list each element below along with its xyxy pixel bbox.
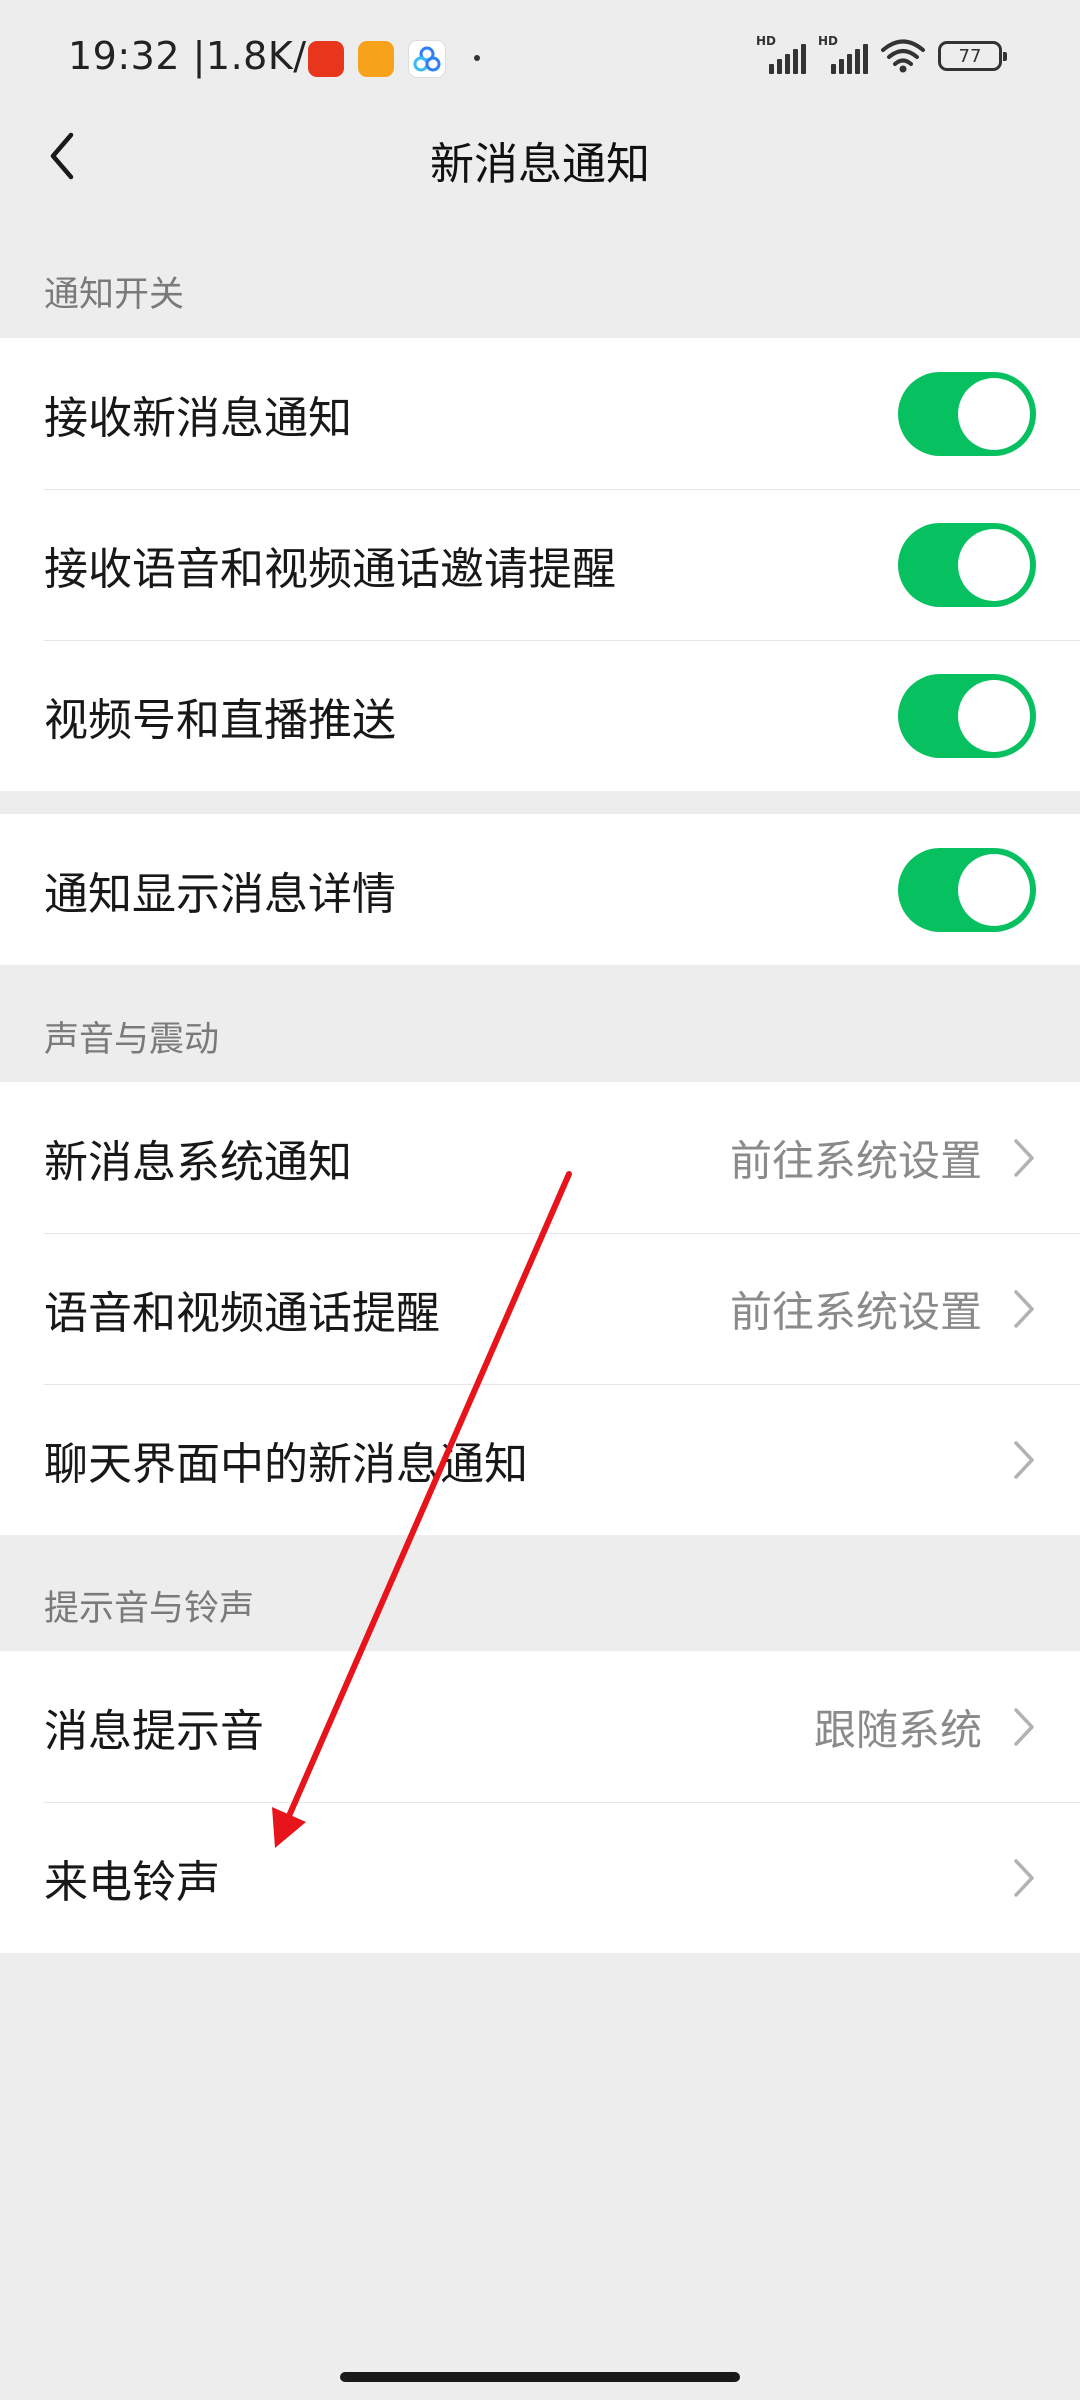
row-label: 新消息系统通知 <box>44 1136 352 1188</box>
home-indicator[interactable] <box>340 2372 740 2382</box>
toggle-knob <box>958 853 1030 926</box>
row-system-notification[interactable]: 新消息系统通知 前往系统设置 <box>0 1082 1080 1233</box>
status-time: 19:32 <box>68 34 181 78</box>
row-call-reminder[interactable]: 语音和视频通话提醒 前往系统设置 <box>0 1233 1080 1384</box>
row-channels-live-push[interactable]: 视频号和直播推送 <box>0 640 1080 791</box>
row-value: 跟随系统 <box>813 1705 982 1754</box>
chevron-right-icon <box>1014 1289 1034 1328</box>
signal-1-icon: HD <box>756 34 806 74</box>
toggle-knob <box>958 528 1030 601</box>
chevron-right-icon <box>1014 1440 1034 1479</box>
channels-live-push-toggle[interactable] <box>898 673 1036 758</box>
row-label: 接收新消息通知 <box>44 392 352 444</box>
chevron-right-icon <box>1014 1858 1034 1897</box>
page-title: 新消息通知 <box>430 139 650 190</box>
taobao-icon <box>308 41 344 77</box>
group-notification-switch: 接收新消息通知 接收语音和视频通话邀请提醒 视频号和直播推送 <box>0 338 1080 791</box>
show-message-details-toggle[interactable] <box>898 847 1036 932</box>
signal-2-icon: HD <box>818 34 868 74</box>
baidu-netdisk-icon <box>408 40 446 78</box>
row-label: 接收语音和视频通话邀请提醒 <box>44 543 616 595</box>
battery-level: 77 <box>958 45 982 67</box>
row-label: 视频号和直播推送 <box>44 694 396 746</box>
chevron-right-icon <box>1014 1138 1034 1177</box>
status-indicators: HD HD 77 <box>756 34 1007 74</box>
row-message-tone[interactable]: 消息提示音 跟随系统 <box>0 1651 1080 1802</box>
more-notifications-dot <box>474 55 480 61</box>
row-label: 消息提示音 <box>44 1705 264 1757</box>
status-separator: | <box>192 34 206 78</box>
wifi-icon <box>881 39 925 73</box>
row-label: 来电铃声 <box>44 1856 220 1908</box>
status-bar: 19:32 |1.8K/s HD HD 77 <box>0 0 1080 120</box>
toggle-knob <box>958 679 1030 752</box>
battery-icon: 77 <box>938 41 1007 71</box>
row-value: 前往系统设置 <box>729 1287 982 1336</box>
section-label-notification-switch: 通知开关 <box>44 275 185 315</box>
group-sound-vibration: 新消息系统通知 前往系统设置 语音和视频通话提醒 前往系统设置 聊天界面中的新消… <box>0 1082 1080 1535</box>
notes-icon <box>358 41 394 77</box>
toggle-knob <box>958 377 1030 450</box>
nav-bar: 新消息通知 <box>0 110 1080 202</box>
row-receive-new-message[interactable]: 接收新消息通知 <box>0 338 1080 489</box>
row-label: 语音和视频通话提醒 <box>44 1287 440 1339</box>
row-incoming-call-ringtone[interactable]: 来电铃声 <box>0 1802 1080 1953</box>
row-chat-new-message-notification[interactable]: 聊天界面中的新消息通知 <box>0 1384 1080 1535</box>
section-label-ringtones: 提示音与铃声 <box>44 1589 255 1629</box>
status-time-and-speed: 19:32 |1.8K/s <box>68 34 327 78</box>
group-notification-details: 通知显示消息详情 <box>0 814 1080 965</box>
row-show-message-details[interactable]: 通知显示消息详情 <box>0 814 1080 965</box>
row-call-invite-reminder[interactable]: 接收语音和视频通话邀请提醒 <box>0 489 1080 640</box>
section-label-sound-vibration: 声音与震动 <box>44 1020 220 1060</box>
call-invite-reminder-toggle[interactable] <box>898 522 1036 607</box>
notification-app-icons <box>308 40 446 78</box>
row-label: 聊天界面中的新消息通知 <box>44 1438 528 1490</box>
receive-new-message-toggle[interactable] <box>898 371 1036 456</box>
chevron-right-icon <box>1014 1707 1034 1746</box>
group-ringtones: 消息提示音 跟随系统 来电铃声 <box>0 1651 1080 1953</box>
row-label: 通知显示消息详情 <box>44 868 396 920</box>
row-value: 前往系统设置 <box>729 1136 982 1185</box>
